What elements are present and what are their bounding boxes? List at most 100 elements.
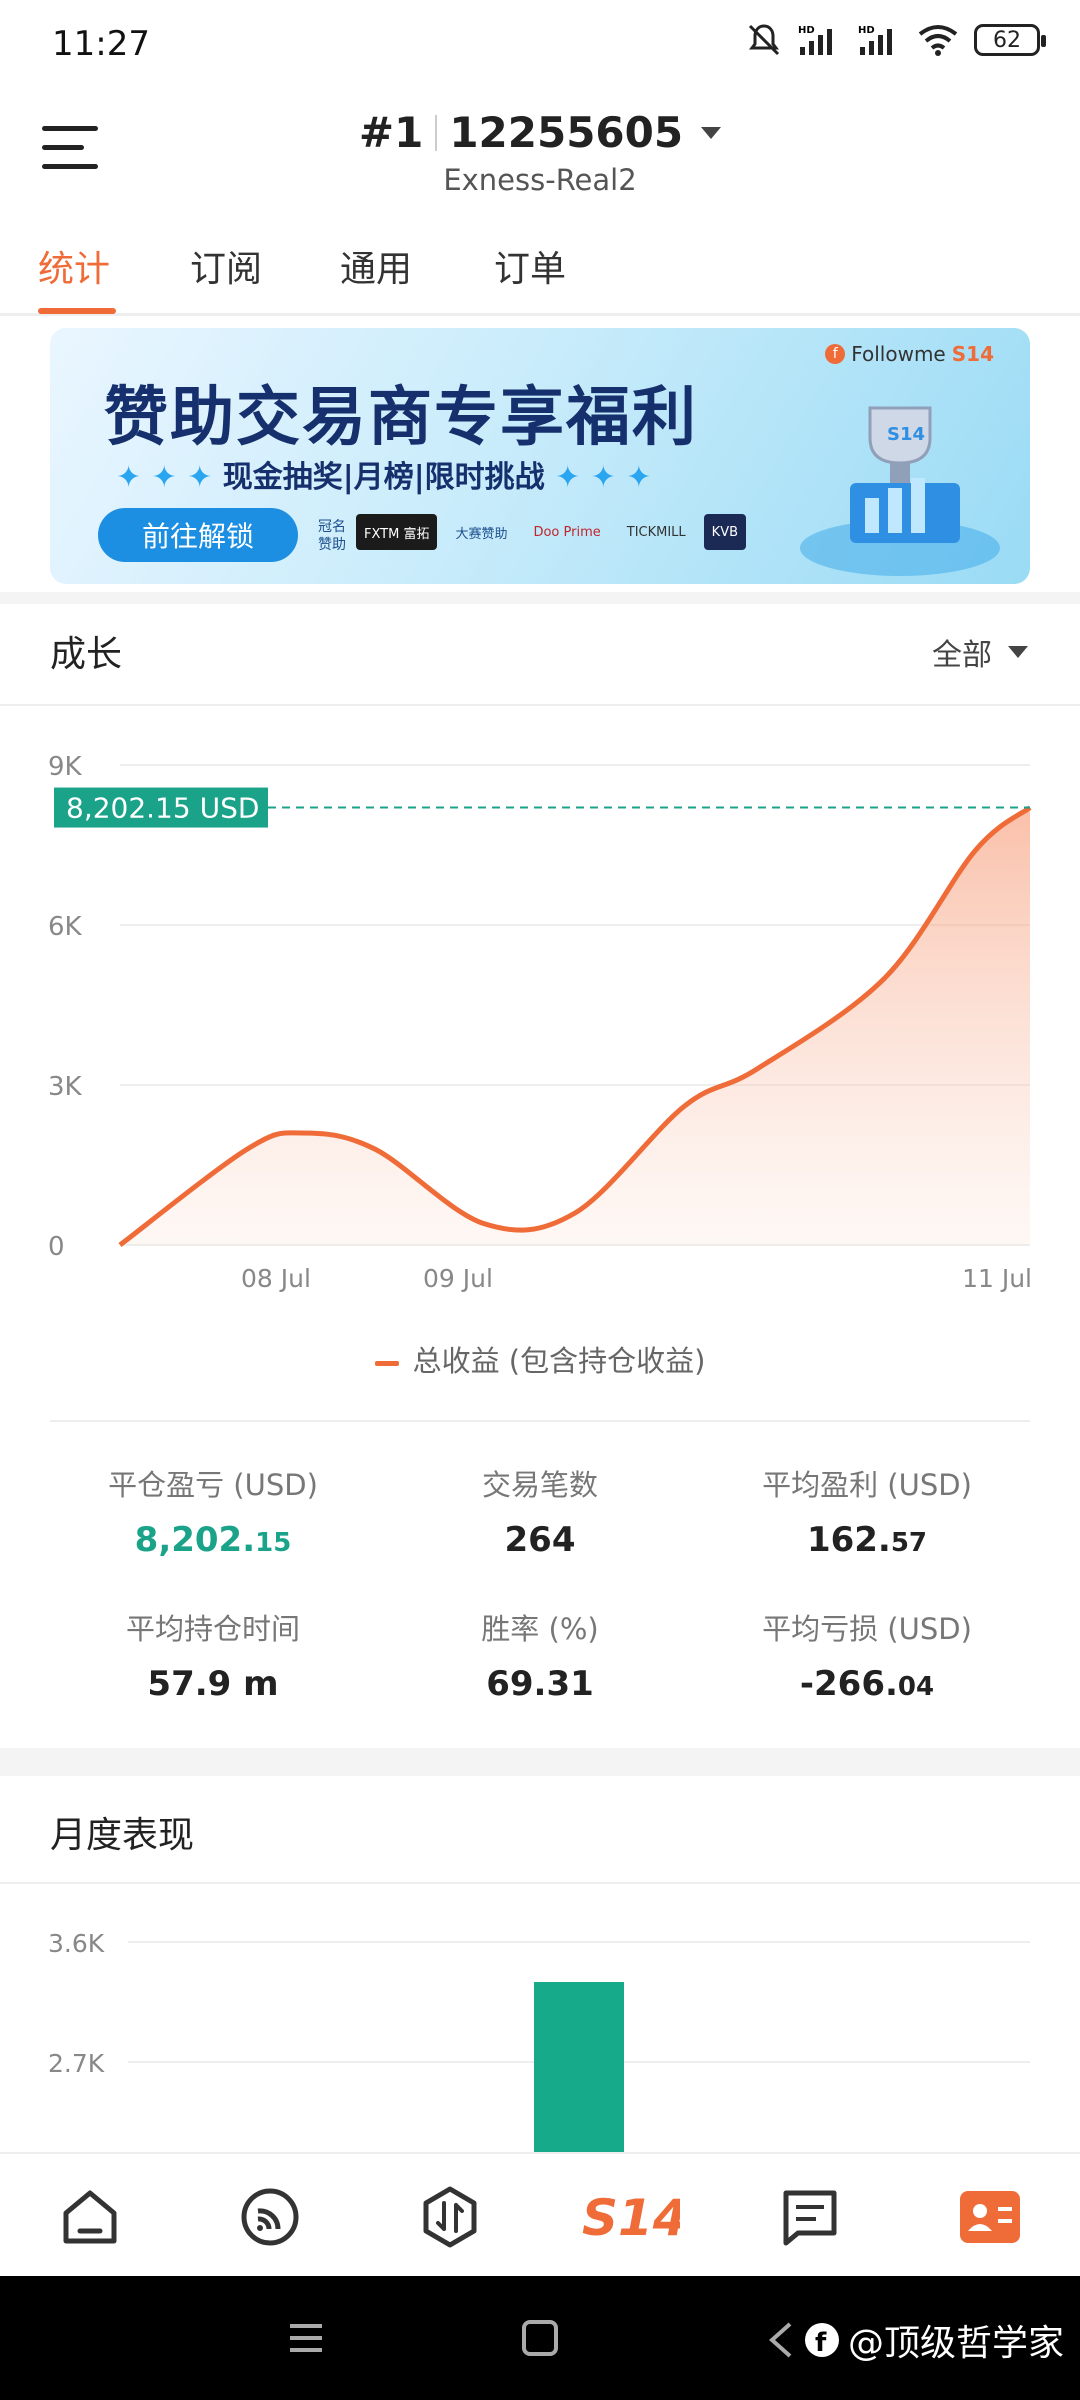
status-icons: HD HD 62 <box>746 22 1046 58</box>
account-selector[interactable]: #1 12255605 Exness-Real2 <box>0 108 1080 197</box>
nav-messages[interactable] <box>775 2182 845 2252</box>
divider <box>0 704 1080 706</box>
banner-unlock-button[interactable]: 前往解锁 <box>98 508 298 562</box>
tab-indicator <box>38 308 116 314</box>
stat-trade-count: 交易笔数 264 <box>377 1462 703 1560</box>
growth-filter-dropdown[interactable]: 全部 <box>932 630 1028 674</box>
sponsor-logos: FXTM 富拓 大赛赞助 Doo Prime TICKMILL KVB <box>356 514 747 550</box>
promo-banner[interactable]: f Followme S14 赞助交易商专享福利 ✦ ✦ ✦ 现金抽奖|月榜|限… <box>50 328 1030 584</box>
brand-tag: S14 <box>951 342 994 366</box>
x-tick-label: 09 Jul <box>423 1264 493 1293</box>
tab-subscribe[interactable]: 订阅 <box>190 240 262 292</box>
stat-value-decimals: 15 <box>255 1528 292 1558</box>
tab-orders[interactable]: 订单 <box>494 240 566 292</box>
stat-label: 胜率 (%) <box>481 1612 599 1646</box>
watermark: f @顶级哲学家 <box>766 2314 1064 2366</box>
growth-filter-label: 全部 <box>932 638 992 673</box>
svg-text:S14: S14 <box>887 424 925 445</box>
banner-subtitle-text: 现金抽奖|月榜|限时挑战 <box>222 460 545 495</box>
stat-avg-loss: 平均亏损 (USD) -266.04 <box>704 1606 1030 1704</box>
legend-label: 总收益 (包含持仓收益) <box>412 1344 706 1378</box>
sponsor-logo: TICKMILL <box>626 524 686 540</box>
recent-apps-icon[interactable] <box>286 2318 326 2358</box>
current-value-label: 8,202.15 USD <box>66 792 259 825</box>
stat-value: 57.9 m <box>147 1664 279 1704</box>
messages-icon <box>783 2190 837 2246</box>
stat-label: 交易笔数 <box>481 1468 598 1502</box>
svg-text:HD: HD <box>858 25 875 36</box>
signal-icon: HD <box>798 25 832 55</box>
status-time: 11:27 <box>52 24 150 64</box>
nav-feed[interactable] <box>235 2182 305 2252</box>
svg-text:S14: S14 <box>582 2189 680 2247</box>
status-bar: 11:27 HD HD 62 <box>0 0 1080 90</box>
wifi-icon <box>918 25 958 56</box>
separator <box>435 114 438 151</box>
section-gap <box>0 592 1080 604</box>
stat-win-rate: 胜率 (%) 69.31 <box>377 1606 703 1704</box>
y-tick-label: 3K <box>48 1072 83 1102</box>
stat-closed-pnl: 平仓盈亏 (USD) 8,202.15 <box>50 1462 376 1560</box>
stat-avg-holding-time: 平均持仓时间 57.9 m <box>50 1606 376 1704</box>
stats-grid: 平仓盈亏 (USD) 8,202.15 交易笔数 264 平均盈利 (USD) … <box>50 1420 1030 1704</box>
tab-bar: 统计 订阅 通用 订单 <box>0 230 1080 316</box>
stat-label: 平仓盈亏 (USD) <box>108 1468 318 1502</box>
stat-value: 264 <box>504 1520 576 1560</box>
stat-label: 平均盈利 (USD) <box>762 1468 972 1502</box>
tab-stats[interactable]: 统计 <box>38 240 110 292</box>
battery-level: 62 <box>993 27 1021 53</box>
growth-area <box>120 807 1030 1245</box>
sponsor-logo: FXTM 富拓 <box>356 514 438 550</box>
s14-logo-icon: S14 <box>582 2189 680 2247</box>
stat-value-main: 8,202. <box>134 1520 256 1560</box>
sponsor-logo: KVB <box>703 514 747 550</box>
monthly-title: 月度表现 <box>50 1815 195 1856</box>
chevron-down-icon <box>1008 646 1028 658</box>
y-tick-label: 0 <box>48 1232 65 1262</box>
watermark-text: @顶级哲学家 <box>847 2323 1064 2364</box>
x-tick-label: 08 Jul <box>241 1264 311 1293</box>
nav-trade[interactable] <box>415 2182 485 2252</box>
divider <box>0 1882 1080 1884</box>
bottom-nav: S14 <box>0 2152 1080 2276</box>
chevron-down-icon <box>701 126 722 139</box>
growth-title: 成长 <box>50 634 123 675</box>
svg-text:f: f <box>815 2328 827 2358</box>
y-tick-label: 2.7K <box>48 2049 105 2078</box>
followme-logo-icon: f <box>825 344 846 364</box>
stat-value: -266.04 <box>704 1664 1030 1704</box>
signal-icon-2: HD <box>858 25 892 55</box>
home-button-icon[interactable] <box>520 2318 560 2358</box>
nav-home[interactable] <box>55 2182 125 2252</box>
system-nav-bar: f @顶级哲学家 <box>0 2276 1080 2400</box>
nav-s14[interactable]: S14 <box>580 2182 680 2252</box>
stat-value-main: -266. <box>799 1664 898 1704</box>
banner-brand: f Followme S14 <box>825 342 994 366</box>
account-id: 12255605 <box>449 108 684 157</box>
sponsor-label: 冠名赞助 <box>318 519 346 553</box>
chart-legend: 总收益 (包含持仓收益) <box>0 1338 1080 1380</box>
stat-value-main: 162. <box>806 1520 891 1560</box>
stat-value: 162.57 <box>704 1520 1030 1560</box>
nav-profile[interactable] <box>955 2182 1025 2252</box>
trophy-icon: S14 <box>800 406 1000 576</box>
legend-swatch <box>374 1360 399 1366</box>
stat-value: 8,202.15 <box>50 1520 376 1560</box>
sponsor-logo: 大赛赞助 <box>455 526 508 542</box>
growth-chart: 0 3K 6K 9K 8,202.15 USD 08 Jul 09 Jul 11 Jul <box>48 752 1032 1293</box>
stat-label: 平均亏损 (USD) <box>762 1612 972 1646</box>
y-tick-label: 9K <box>48 752 83 782</box>
banner-subtitle: ✦ ✦ ✦ 现金抽奖|月榜|限时挑战 ✦ ✦ ✦ <box>116 460 652 495</box>
back-icon[interactable] <box>766 2320 796 2360</box>
x-tick-label: 11 Jul <box>962 1264 1032 1293</box>
section-gap <box>0 1748 1080 1776</box>
sponsor-logo: Doo Prime <box>533 524 601 540</box>
facebook-icon: f <box>804 2323 839 2358</box>
y-tick-label: 6K <box>48 912 83 942</box>
svg-text:HD: HD <box>798 25 815 36</box>
home-icon <box>63 2190 117 2244</box>
tab-general[interactable]: 通用 <box>340 240 412 292</box>
mute-icon <box>748 24 780 56</box>
stat-value: 69.31 <box>486 1664 594 1704</box>
profile-icon <box>960 2191 1020 2243</box>
